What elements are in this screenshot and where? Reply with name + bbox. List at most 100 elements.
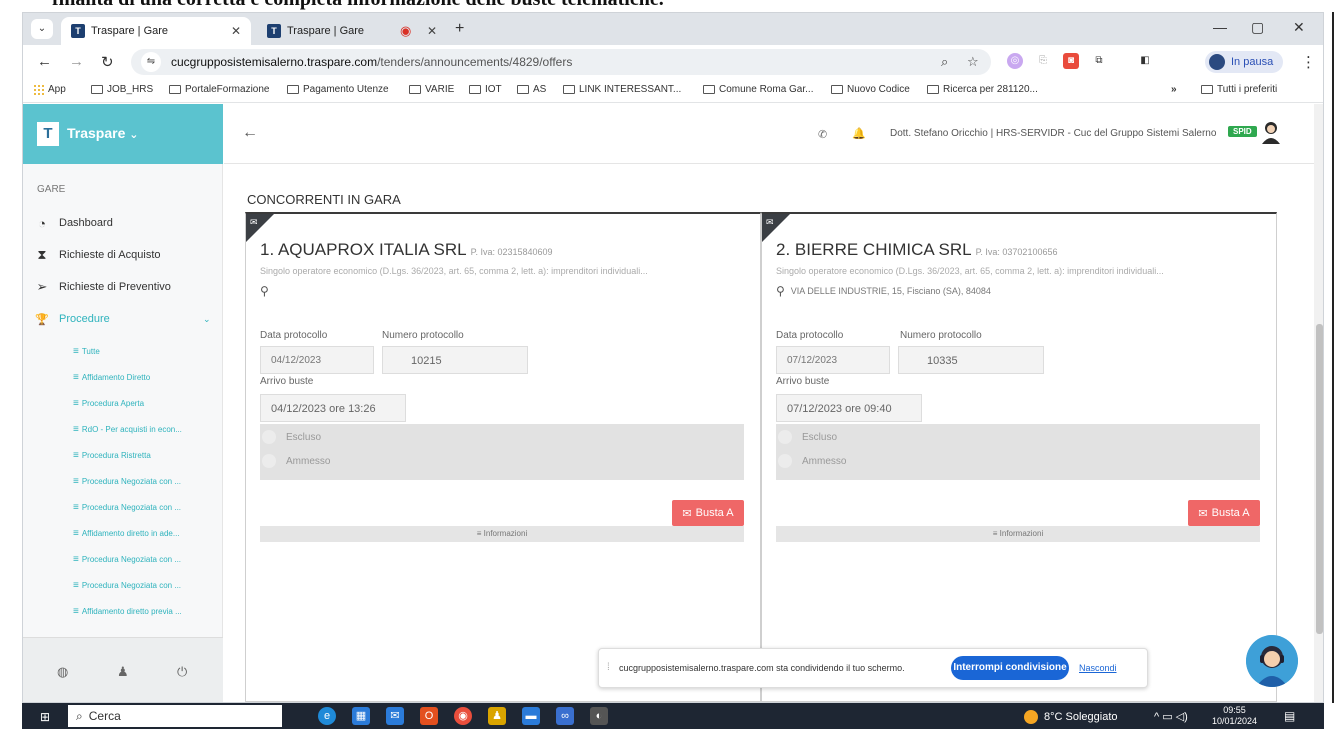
sidebar-item-richieste-preventivo[interactable]: ➢ Richieste di Preventivo (35, 278, 171, 296)
user-avatar-icon[interactable] (1260, 120, 1282, 144)
data-protocollo-field[interactable]: 04/12/2023 (260, 346, 374, 374)
user-icon[interactable]: ♟ (117, 664, 129, 680)
back-button[interactable]: ← (37, 53, 52, 70)
top-bar: ← ✆ 🔔 Dott. Stefano Oricchio | HRS-SERVI… (224, 104, 1323, 164)
bell-icon[interactable]: 🔔 (852, 127, 866, 140)
side-panel-icon[interactable]: ◧ (1137, 53, 1153, 69)
reload-button[interactable]: ↻ (101, 53, 114, 71)
extension-icon[interactable]: ◎ (1007, 53, 1023, 69)
arrivo-buste-field[interactable]: 07/12/2023 ore 09:40 (776, 394, 922, 422)
tab-search-button[interactable]: ⌄ (31, 19, 53, 39)
radio-escluso[interactable]: Escluso (776, 430, 837, 444)
extension-icon[interactable]: ⎘ (1035, 53, 1051, 69)
numero-protocollo-field[interactable]: 10215 (382, 346, 528, 374)
bookmark-star-icon[interactable]: ☆ (967, 54, 979, 70)
explorer-icon[interactable]: ▬ (522, 707, 540, 725)
sidebar-subitem[interactable]: Procedura Negoziata con ... (73, 580, 181, 591)
sidebar-item-procedure[interactable]: 🏆 Procedure ⌄ (35, 310, 215, 328)
sidebar-subitem[interactable]: Procedura Negoziata con ... (73, 476, 181, 487)
radio-escluso[interactable]: Escluso (260, 430, 321, 444)
tab-traspare-gare-1[interactable]: T Traspare | Gare ✕ (61, 17, 251, 45)
chrome-icon[interactable]: ◐ (590, 707, 608, 725)
tab-traspare-gare-2[interactable]: T Traspare | Gare ◉ ✕ (257, 17, 447, 45)
page-scrollbar[interactable] (1314, 104, 1323, 702)
maximize-button[interactable]: ▢ (1251, 19, 1264, 36)
menu-icon[interactable]: ⋮ (1301, 53, 1316, 71)
user-name[interactable]: Dott. Stefano Oricchio | HRS-SERVIDR - C… (890, 128, 1216, 139)
numero-protocollo-field[interactable]: 10335 (898, 346, 1044, 374)
sidebar-subitem[interactable]: Affidamento diretto in ade... (73, 528, 180, 539)
all-bookmarks[interactable]: Tutti i preferiti (1201, 84, 1277, 95)
bookmark-item[interactable]: IOT (469, 84, 502, 95)
assistant-avatar-icon[interactable] (1246, 635, 1298, 687)
bookmark-apps[interactable]: App (33, 84, 66, 95)
informazioni-bar[interactable]: ≡ Informazioni (776, 526, 1260, 542)
extension-icon[interactable]: ◙ (1063, 53, 1079, 69)
forward-button[interactable]: → (69, 53, 84, 70)
bookmark-item[interactable]: AS (517, 84, 546, 95)
sidebar-subitem[interactable]: Procedura Negoziata con ... (73, 502, 181, 513)
new-tab-button[interactable]: + (455, 20, 464, 38)
close-window-button[interactable]: ✕ (1293, 19, 1305, 36)
close-icon[interactable]: ✕ (231, 24, 241, 38)
bookmark-item[interactable]: JOB_HRS (91, 84, 153, 95)
taskbar-search[interactable]: ⌕ Cerca (68, 705, 282, 727)
sidebar-subitem[interactable]: Affidamento Diretto (73, 372, 150, 383)
system-tray-icons[interactable]: ^ ▭ ◁) (1154, 710, 1188, 723)
weather-widget[interactable]: 8°C Soleggiato (1024, 710, 1118, 724)
bookmark-item[interactable]: Pagamento Utenze (287, 84, 389, 95)
informazioni-bar[interactable]: ≡ Informazioni (260, 526, 744, 542)
sidebar-subitem[interactable]: Affidamento diretto previa ... (73, 606, 182, 617)
app-area: T Traspare ⌄ GARE ◔ Dashboard ⧗ Richiest… (23, 104, 1323, 702)
hide-share-bar-link[interactable]: Nascondi (1079, 663, 1117, 673)
puzzle-icon[interactable]: ⧉ (1091, 53, 1107, 69)
office-icon[interactable]: O (420, 707, 438, 725)
address-bar[interactable]: ⇋ cucgrupposistemisalerno.traspare.com/t… (131, 49, 991, 75)
back-arrow-icon[interactable]: ← (242, 124, 258, 142)
radio-ammesso[interactable]: Ammesso (260, 454, 330, 468)
power-icon[interactable]: ⏻ (177, 664, 187, 680)
app-icon[interactable]: ∞ (556, 707, 574, 725)
bookmark-item[interactable]: LINK INTERESSANT... (563, 84, 681, 95)
busta-a-button[interactable]: ✉ Busta A (672, 500, 744, 526)
scrollbar-thumb[interactable] (1316, 324, 1323, 634)
radio-ammesso[interactable]: Ammesso (776, 454, 846, 468)
globe-icon[interactable]: ◍ (57, 664, 68, 680)
mail-icon[interactable]: ✉ (386, 707, 404, 725)
bookmark-item[interactable]: Ricerca per 281120... (927, 84, 1038, 95)
phone-icon[interactable]: ✆ (818, 128, 827, 141)
store-icon[interactable]: ▦ (352, 707, 370, 725)
competitor-type: Singolo operatore economico (D.Lgs. 36/2… (776, 266, 1164, 276)
taskbar-clock[interactable]: 09:55 10/01/2024 (1212, 705, 1257, 727)
sidebar-item-richieste-acquisto[interactable]: ⧗ Richieste di Acquisto (35, 246, 160, 264)
bookmark-item[interactable]: VARIE (409, 84, 454, 95)
notification-icon[interactable]: ▤ (1284, 709, 1295, 723)
sidebar-subitem[interactable]: Tutte (73, 346, 100, 357)
sidebar-subitem[interactable]: Procedura Negoziata con ... (73, 554, 181, 565)
bookmark-item[interactable]: Comune Roma Gar... (703, 84, 813, 95)
bookmark-item[interactable]: PortaleFormazione (169, 84, 269, 95)
minimize-button[interactable]: — (1213, 19, 1227, 35)
envelope-icon: ✉ (766, 217, 774, 227)
arrivo-buste-field[interactable]: 04/12/2023 ore 13:26 (260, 394, 406, 422)
sidebar-subitem[interactable]: RdO - Per acquisti in econ... (73, 424, 182, 435)
bookmark-item[interactable]: Nuovo Codice (831, 84, 910, 95)
site-info-icon[interactable]: ⇋ (141, 52, 161, 72)
stop-sharing-button[interactable]: Interrompi condivisione (951, 656, 1069, 680)
zoom-icon[interactable]: ⌕ (941, 54, 948, 70)
brand-header[interactable]: T Traspare ⌄ (23, 104, 223, 164)
profile-button[interactable]: In pausa (1205, 51, 1284, 73)
edge-browser-icon[interactable]: e (318, 707, 336, 725)
url-text[interactable]: cucgrupposistemisalerno.traspare.com/ten… (171, 55, 572, 69)
busta-a-button[interactable]: ✉ Busta A (1188, 500, 1260, 526)
drag-handle-icon[interactable]: ⁞ (607, 662, 610, 673)
windows-start-icon[interactable]: ⊞ (40, 710, 50, 724)
bookmarks-overflow-button[interactable]: » (1171, 84, 1177, 95)
app-icon[interactable]: ◉ (454, 707, 472, 725)
app-icon[interactable]: ♟ (488, 707, 506, 725)
data-protocollo-field[interactable]: 07/12/2023 (776, 346, 890, 374)
sidebar-subitem[interactable]: Procedura Aperta (73, 398, 144, 409)
sidebar-item-dashboard[interactable]: ◔ Dashboard (35, 214, 113, 232)
close-icon[interactable]: ✕ (427, 24, 437, 38)
sidebar-subitem[interactable]: Procedura Ristretta (73, 450, 151, 461)
